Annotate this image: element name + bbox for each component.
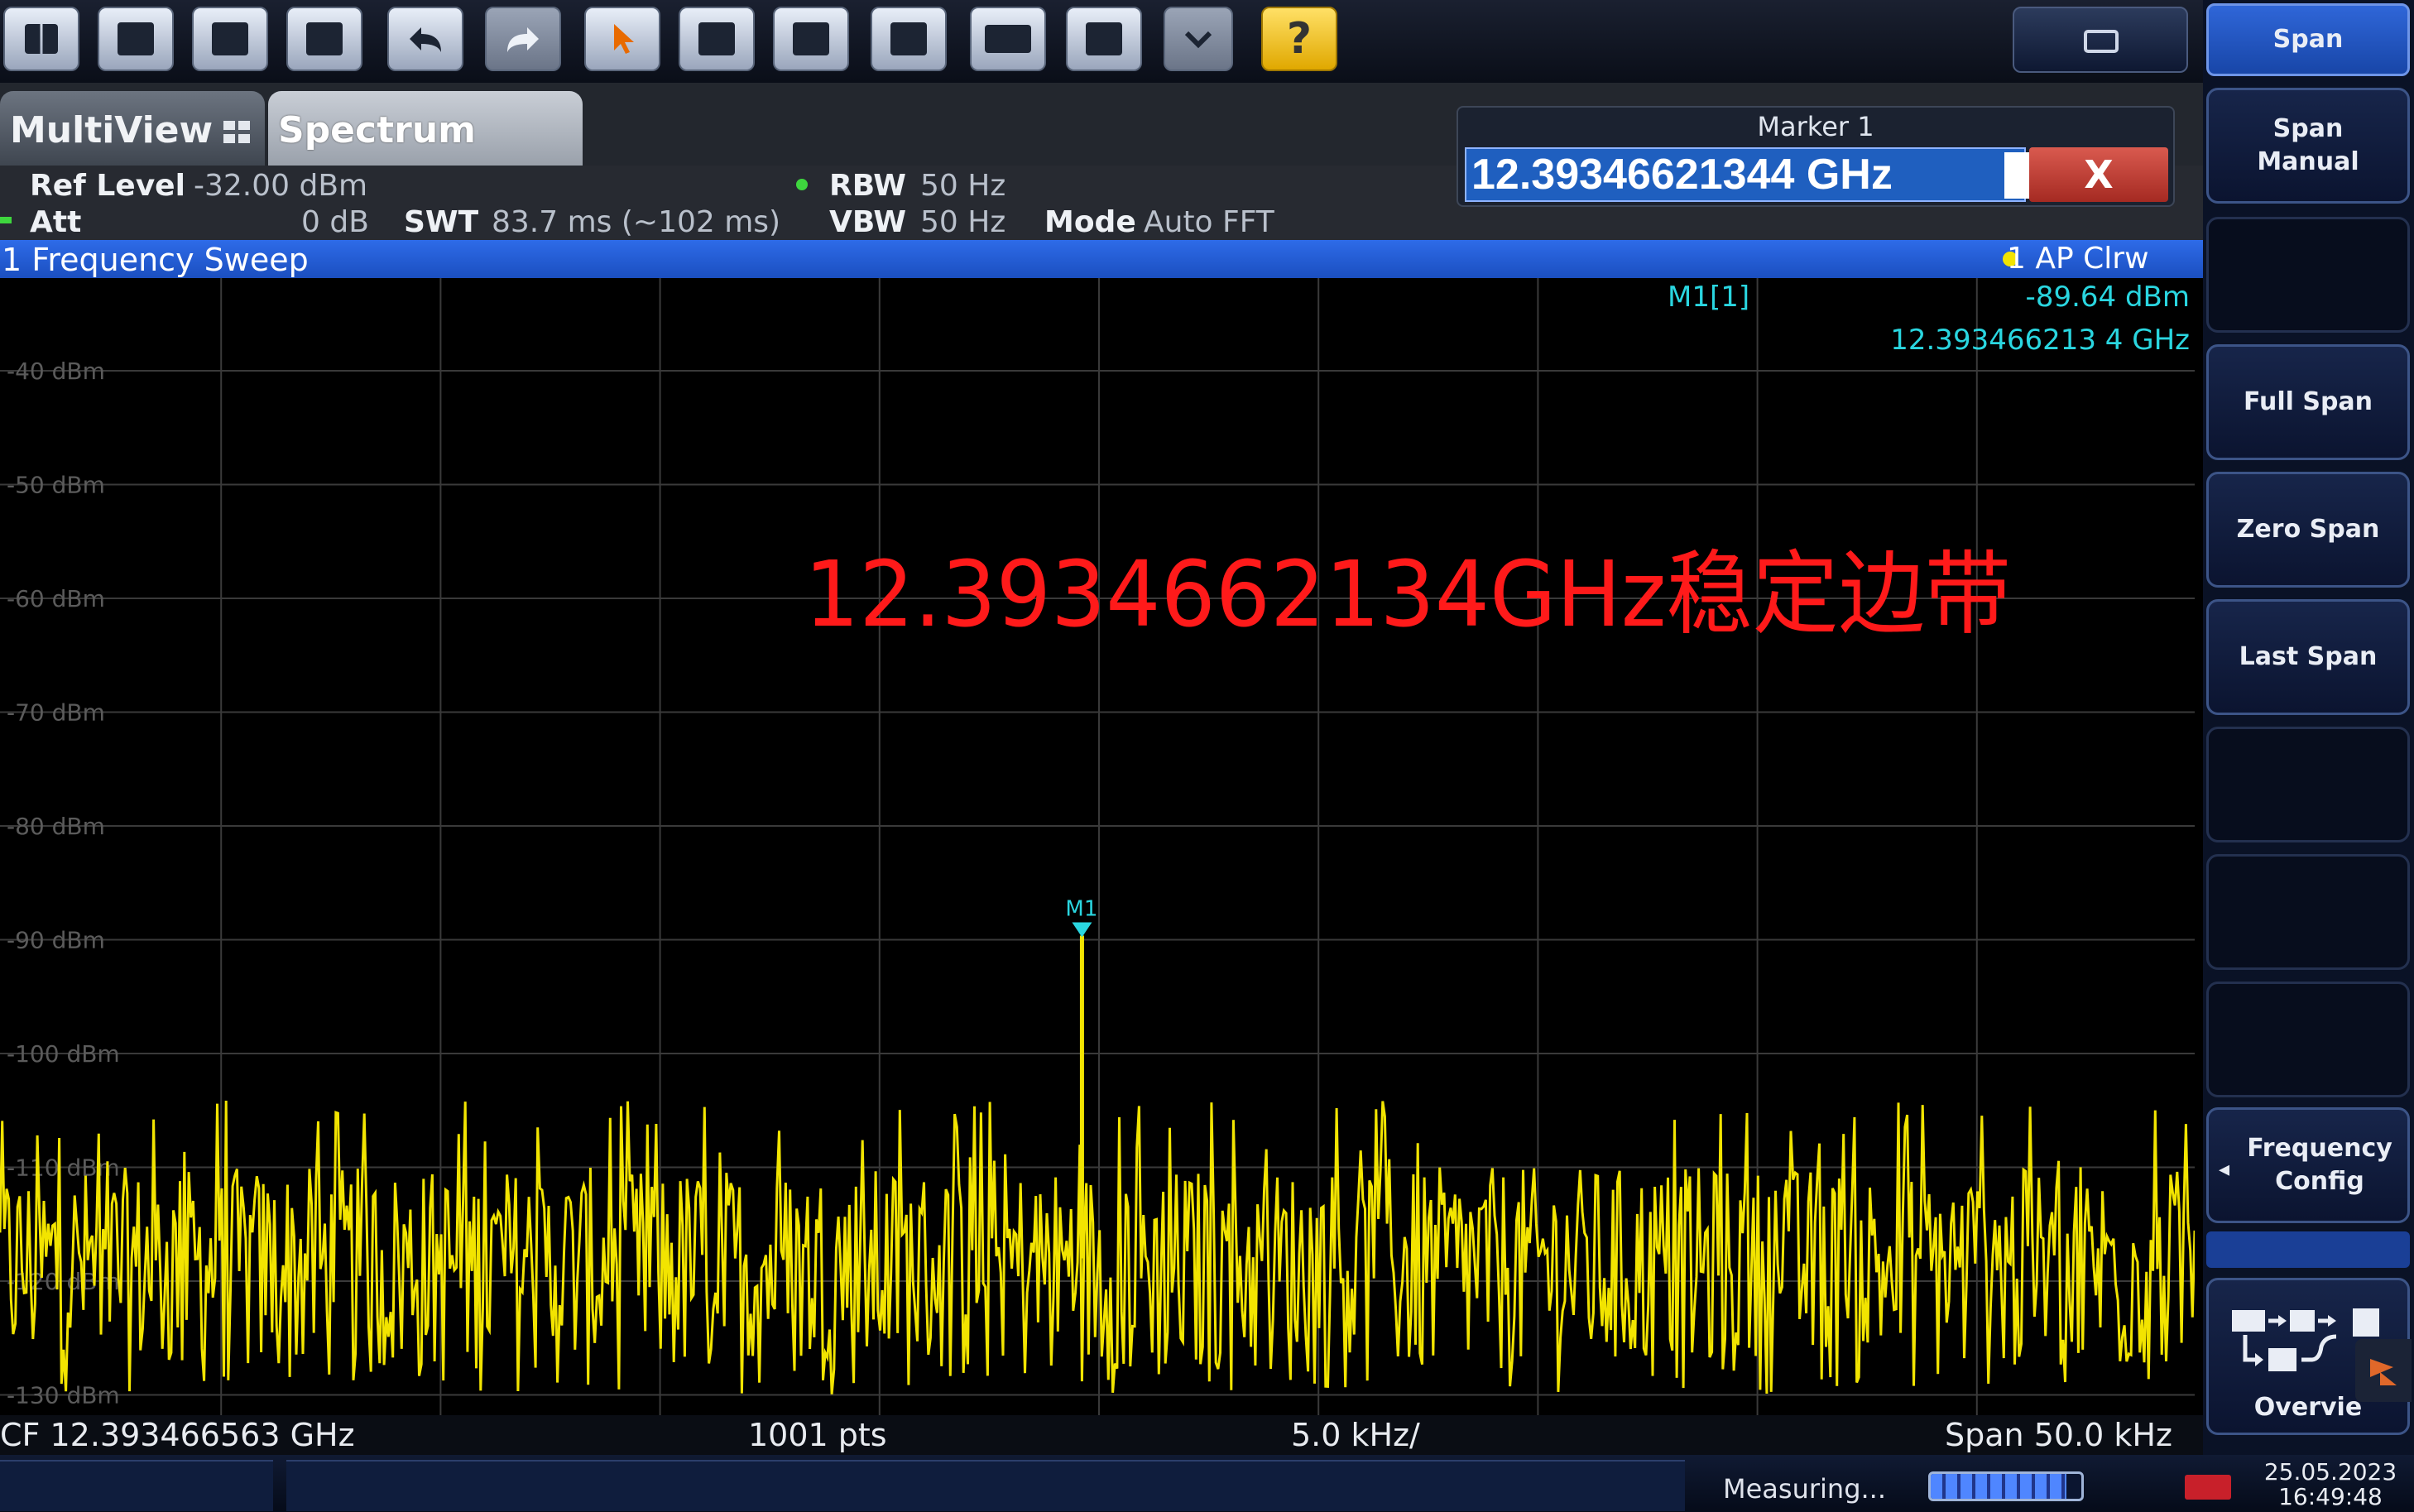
span-value: Span 50.0 kHz [1945, 1417, 2172, 1453]
frequency-config-label: Frequency Config [2247, 1134, 2392, 1196]
softkey-panel: Span Span Manual Full Span Zero Span Las… [2203, 0, 2414, 1455]
span-manual-label: Span Manual [2257, 114, 2359, 176]
more-icon[interactable] [1164, 7, 1233, 71]
date: 25.05.2023 [2263, 1458, 2397, 1486]
rbw-value: 50 Hz [920, 169, 1006, 203]
undo-icon[interactable] [387, 7, 463, 71]
rbw-label: RBW [829, 169, 906, 203]
y-tick-label: -40 dBm [7, 358, 105, 385]
screenshot-button[interactable] [2013, 7, 2188, 73]
y-tick-label: -70 dBm [7, 699, 105, 727]
ref-level-value: -32.00 dBm [194, 169, 368, 203]
zoom-multi-icon[interactable] [773, 7, 849, 71]
keyboard-icon[interactable] [970, 7, 1046, 71]
zoom-off-icon[interactable] [871, 7, 947, 71]
redo-icon[interactable] [485, 7, 561, 71]
window-title: 1 Frequency Sweep [2, 242, 309, 278]
time: 16:49:48 [2278, 1483, 2383, 1510]
text-cursor [2004, 152, 2029, 199]
status-panel-left [0, 1460, 273, 1511]
camera-icon [2084, 30, 2119, 53]
date-time: 25.05.2023 16:49:48 [2248, 1460, 2413, 1510]
marker-editor: Marker 1 12.39346621344 GHz X [1457, 106, 2175, 207]
window-title-bar: 1 Frequency Sweep 1 AP Clrw [0, 240, 2203, 278]
softkey-empty-3[interactable] [2206, 854, 2410, 970]
y-tick-label: -110 dBm [7, 1154, 120, 1182]
y-tick-label: -130 dBm [7, 1382, 120, 1409]
flag-icon [2370, 1359, 2397, 1385]
frequency-config-button[interactable]: ◂ Frequency Config [2206, 1107, 2410, 1223]
tab-spectrum[interactable]: Spectrum [268, 91, 583, 166]
toolbar: ? [0, 0, 2203, 83]
spectrum-plot[interactable]: -40 dBm -50 dBm -60 dBm -70 dBm -80 dBm -90 d… [0, 278, 2195, 1415]
annotation-text: 12.3934662134GHz稳定边带 [804, 541, 2011, 647]
marker-editor-title: Marker 1 [1757, 111, 1874, 142]
softkey-empty-4[interactable] [2206, 982, 2410, 1097]
mode-value: Auto FFT [1144, 205, 1274, 239]
softkey-menu-title: Span [2206, 3, 2410, 76]
softkey-separator [2206, 1231, 2410, 1268]
remote-indicator-icon [2185, 1475, 2231, 1500]
y-tick-label: -80 dBm [7, 813, 105, 840]
spectrum-chart: -40 dBm -50 dBm -60 dBm -70 dBm -80 dBm -90 d… [0, 278, 2195, 1415]
swt-value: 83.7 ms (~102 ms) [492, 205, 781, 239]
measuring-status: Measuring... [1723, 1473, 1887, 1505]
marker-m1-icon [1072, 922, 1092, 938]
y-tick-label: -60 dBm [7, 585, 105, 612]
plot-grid [0, 278, 2195, 1415]
ref-level-label: Ref Level [30, 169, 185, 203]
sweep-progress-fill [1931, 1474, 2066, 1499]
softkey-empty-1[interactable] [2206, 217, 2410, 333]
marker-readout-name: M1[1] [1668, 281, 1749, 314]
sweep-progress-bar [1928, 1471, 2084, 1501]
help-icon[interactable]: ? [1261, 7, 1337, 71]
marker-readout-frequency: 12.393466213 4 GHz [1890, 324, 2190, 357]
att-label: Att [30, 205, 82, 239]
marker-close-button[interactable]: X [2029, 147, 2168, 202]
print-icon[interactable] [286, 7, 362, 71]
att-indicator [0, 217, 12, 223]
save-icon[interactable] [192, 7, 268, 71]
zero-span-button[interactable]: Zero Span [2206, 472, 2410, 588]
vbw-label: VBW [829, 205, 907, 239]
windows-icon[interactable] [3, 7, 79, 71]
softkey-empty-2[interactable] [2206, 727, 2410, 842]
tab-multiview-label: MultiView [10, 109, 214, 151]
full-span-button[interactable]: Full Span [2206, 344, 2410, 460]
mode-label: Mode [1044, 205, 1136, 239]
marker-frequency-input[interactable]: 12.39346621344 GHz [1465, 147, 2029, 202]
y-tick-label: -90 dBm [7, 927, 105, 954]
sweep-points: 1001 pts [748, 1417, 887, 1453]
division-width: 5.0 kHz/ [1291, 1417, 1420, 1453]
last-span-button[interactable]: Last Span [2206, 599, 2410, 715]
select-arrow-icon[interactable] [584, 7, 660, 71]
y-tick-label: -50 dBm [7, 472, 105, 499]
expand-left-icon: ◂ [2219, 1157, 2230, 1182]
marker-m1-label: M1 [1065, 897, 1097, 922]
rbw-indicator [796, 179, 808, 190]
multiview-grid-icon [223, 121, 253, 146]
center-frequency: CF 12.393466563 GHz [0, 1417, 355, 1453]
tab-multiview[interactable]: MultiView [0, 91, 265, 166]
y-tick-label: -100 dBm [7, 1040, 120, 1068]
zoom-icon[interactable] [679, 7, 755, 71]
trace-info: 1 AP Clrw [2007, 242, 2149, 276]
swt-label: SWT [404, 205, 479, 239]
status-panel-message [286, 1460, 1685, 1511]
trace-1 [0, 1100, 2195, 1394]
tab-spectrum-label: Spectrum [278, 109, 477, 151]
vbw-value: 50 Hz [920, 205, 1006, 239]
connect-icon[interactable] [1066, 7, 1142, 71]
side-panel-toggle[interactable] [2355, 1339, 2412, 1402]
plot-footer: CF 12.393466563 GHz 1001 pts 5.0 kHz/ Sp… [0, 1415, 2203, 1455]
span-manual-button[interactable]: Span Manual [2206, 88, 2410, 204]
open-icon[interactable] [98, 7, 174, 71]
marker-readout-level: -89.64 dBm [2026, 281, 2190, 314]
att-value: 0 dB [301, 205, 369, 239]
marker-frequency-value: 12.39346621344 GHz [1471, 151, 1893, 199]
status-bar: Measuring... [0, 1455, 2414, 1512]
